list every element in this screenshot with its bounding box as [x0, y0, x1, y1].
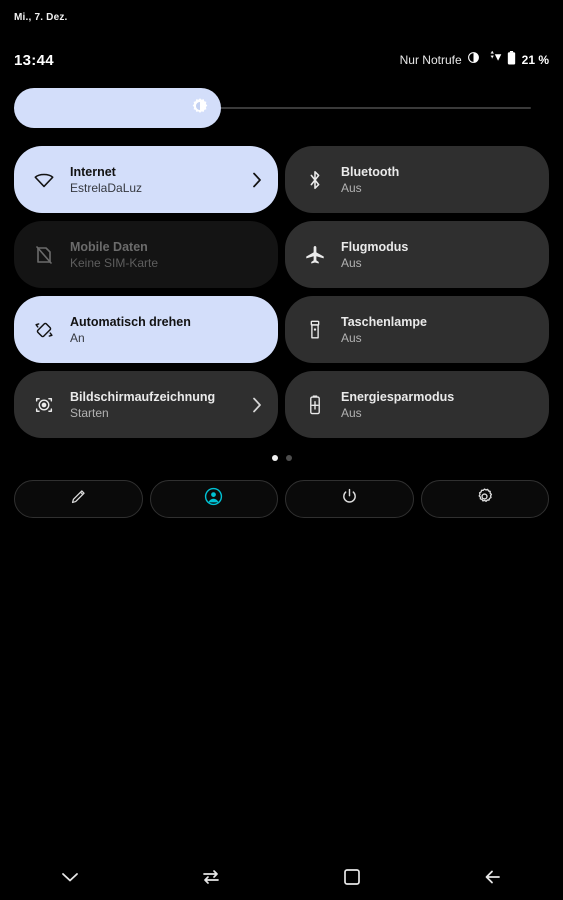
- settings-button[interactable]: [420, 480, 549, 518]
- tile-title: Mobile Daten: [70, 239, 148, 254]
- power-icon: [340, 487, 359, 511]
- tile-internet[interactable]: Internet EstrelaDaLuz: [14, 146, 278, 213]
- status-bar: 13:44 Nur Notrufe 21 %: [0, 50, 563, 70]
- battery-percent-label: 21 %: [521, 53, 549, 67]
- chevron-right-icon[interactable]: [250, 172, 264, 188]
- airplane-icon: [303, 243, 327, 267]
- tile-text: Flugmodus Aus: [341, 240, 535, 270]
- tile-subtitle: Keine SIM-Karte: [70, 255, 159, 270]
- bluetooth-icon: [303, 168, 327, 192]
- user-avatar-icon: [204, 487, 223, 511]
- chevron-down-icon: [60, 870, 80, 889]
- gear-icon: [475, 487, 494, 511]
- tile-battery-saver[interactable]: Energiesparmodus Aus: [285, 371, 549, 438]
- tile-subtitle: Starten: [70, 405, 109, 420]
- tile-text: Bildschirmaufzeichnung Starten: [70, 390, 244, 420]
- tile-subtitle: Aus: [341, 330, 362, 345]
- quick-settings-grid: Internet EstrelaDaLuz Bluetooth Aus Mobi…: [14, 146, 549, 438]
- screen-record-icon: [32, 393, 56, 417]
- tile-screen-recording[interactable]: Bildschirmaufzeichnung Starten: [14, 371, 278, 438]
- switch-icon: [201, 869, 221, 890]
- carrier-label: Nur Notrufe: [399, 53, 462, 67]
- tile-text: Bluetooth Aus: [341, 165, 535, 195]
- tile-subtitle: An: [70, 330, 85, 345]
- brightness-icon: [191, 97, 209, 120]
- wifi-icon: [485, 50, 502, 69]
- tile-mobile-data[interactable]: Mobile Daten Keine SIM-Karte: [14, 221, 278, 288]
- page-dot-1[interactable]: [271, 455, 278, 461]
- tile-text: Automatisch drehen An: [70, 315, 264, 345]
- tile-text: Taschenlampe Aus: [341, 315, 535, 345]
- tile-text: Internet EstrelaDaLuz: [70, 165, 244, 195]
- tile-title: Flugmodus: [341, 239, 409, 254]
- navigation-bar: [0, 858, 563, 900]
- tile-auto-rotate[interactable]: Automatisch drehen An: [14, 296, 278, 363]
- battery-saver-icon: [303, 393, 327, 417]
- tile-title: Bluetooth: [341, 164, 400, 179]
- status-clock: 13:44: [14, 51, 54, 69]
- home-button[interactable]: [282, 858, 423, 900]
- page-indicator: [0, 455, 563, 461]
- user-switch-button[interactable]: [149, 480, 278, 518]
- flashlight-icon: [303, 318, 327, 342]
- edit-tiles-button[interactable]: [14, 480, 143, 518]
- tile-subtitle: Aus: [341, 405, 362, 420]
- tile-title: Internet: [70, 164, 116, 179]
- tile-flashlight[interactable]: Taschenlampe Aus: [285, 296, 549, 363]
- pencil-icon: [69, 487, 88, 511]
- brightness-slider[interactable]: [14, 88, 531, 128]
- tile-bluetooth[interactable]: Bluetooth Aus: [285, 146, 549, 213]
- auto-rotate-icon: [32, 318, 56, 342]
- wifi-icon: [32, 168, 56, 192]
- back-arrow-icon: [483, 868, 503, 891]
- battery-icon: [507, 50, 516, 70]
- chevron-right-icon[interactable]: [250, 397, 264, 413]
- tile-text: Energiesparmodus Aus: [341, 390, 535, 420]
- dnd-icon: [467, 51, 480, 69]
- status-date: Mi., 7. Dez.: [14, 12, 68, 23]
- tile-subtitle: Aus: [341, 255, 362, 270]
- power-button[interactable]: [285, 480, 414, 518]
- tile-airplane-mode[interactable]: Flugmodus Aus: [285, 221, 549, 288]
- switch-apps-button[interactable]: [141, 858, 282, 900]
- sim-off-icon: [32, 243, 56, 267]
- tile-text: Mobile Daten Keine SIM-Karte: [70, 240, 264, 270]
- tile-subtitle: EstrelaDaLuz: [70, 180, 143, 195]
- tile-title: Bildschirmaufzeichnung: [70, 389, 216, 404]
- tile-title: Energiesparmodus: [341, 389, 455, 404]
- tile-subtitle: Aus: [341, 180, 362, 195]
- home-square-icon: [343, 868, 361, 891]
- brightness-fill[interactable]: [14, 88, 221, 128]
- footer-actions: [14, 480, 549, 518]
- collapse-button[interactable]: [0, 858, 141, 900]
- tile-title: Taschenlampe: [341, 314, 427, 329]
- back-button[interactable]: [422, 858, 563, 900]
- status-right-cluster: Nur Notrufe 21 %: [399, 50, 549, 70]
- tile-title: Automatisch drehen: [70, 314, 191, 329]
- page-dot-2[interactable]: [285, 455, 292, 461]
